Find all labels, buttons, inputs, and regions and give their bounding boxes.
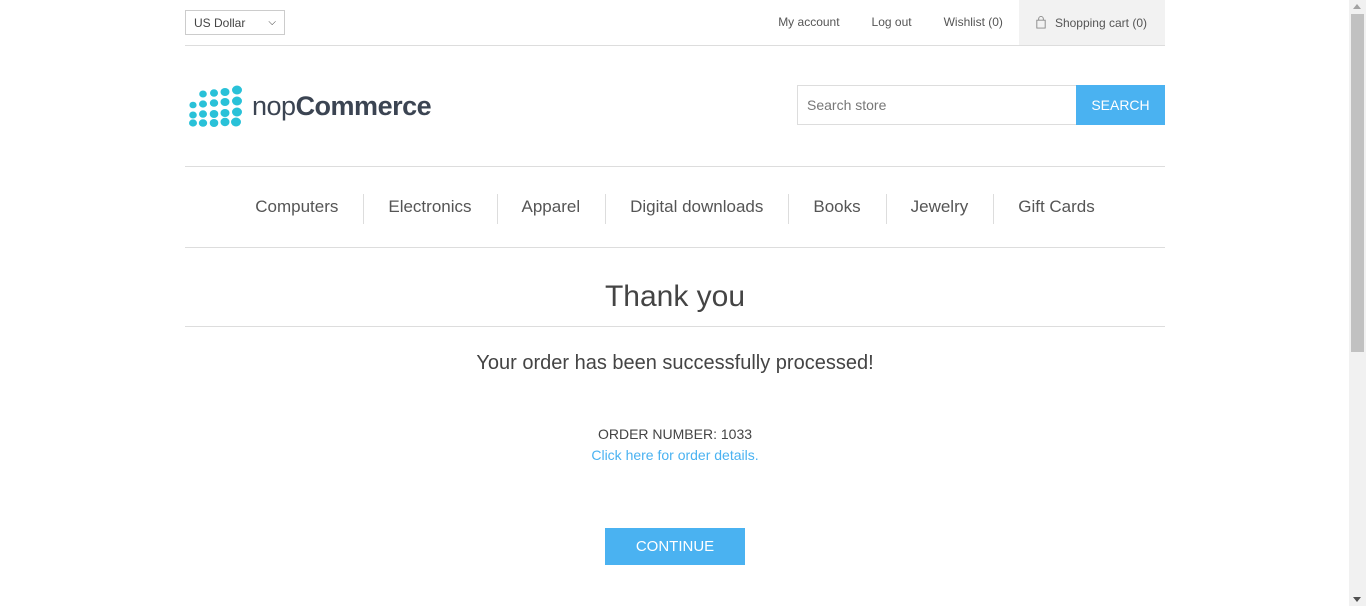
menu-item-electronics[interactable]: Electronics (363, 194, 496, 224)
search-box: Search store SEARCH (797, 85, 1165, 125)
log-out-link[interactable]: Log out (856, 0, 928, 45)
title-divider (185, 326, 1165, 327)
order-details-link[interactable]: Click here for order details. (185, 447, 1165, 463)
logo-text-bold: Commerce (295, 90, 432, 121)
menu-item-jewelry[interactable]: Jewelry (885, 194, 994, 224)
currency-select[interactable]: US Dollar ⌵ (185, 10, 285, 35)
scroll-down-arrow-icon[interactable] (1353, 597, 1361, 602)
header-links: US Dollar ⌵ My account Log out Wishlist … (185, 0, 1165, 46)
chevron-down-icon: ⌵ (268, 17, 276, 28)
menu-item-computers[interactable]: Computers (230, 197, 363, 217)
store-logo[interactable]: nopCommerce (188, 85, 432, 127)
page: US Dollar ⌵ My account Log out Wishlist … (185, 0, 1165, 606)
menu-item-digital-downloads[interactable]: Digital downloads (605, 194, 788, 224)
vertical-scrollbar[interactable] (1349, 0, 1366, 606)
header-nav: My account Log out Wishlist (0) Shopping… (762, 0, 1165, 45)
logo-dots-icon (189, 85, 242, 127)
page-title: Thank you (604, 280, 746, 313)
wishlist-link[interactable]: Wishlist (0) (928, 0, 1019, 45)
category-menu: Computers Electronics Apparel Digital do… (185, 166, 1165, 248)
currency-value: US Dollar (194, 15, 246, 30)
logo-text: nopCommerce (252, 90, 432, 122)
order-number: ORDER NUMBER: 1033 (597, 426, 753, 442)
search-input[interactable]: Search store (797, 85, 1076, 125)
scroll-up-arrow-icon[interactable] (1353, 4, 1361, 9)
success-message: Your order has been successfully process… (476, 352, 874, 374)
continue-button[interactable]: CONTINUE (605, 528, 745, 565)
shopping-cart-link[interactable]: Shopping cart (0) (1018, 0, 1165, 45)
scroll-thumb[interactable] (1351, 14, 1364, 352)
logo-text-light: nop (252, 90, 296, 121)
menu-item-gift-cards[interactable]: Gift Cards (993, 194, 1120, 224)
my-account-link[interactable]: My account (762, 0, 855, 45)
search-button[interactable]: SEARCH (1076, 85, 1165, 125)
shopping-bag-icon (1036, 16, 1046, 29)
shopping-cart-label: Shopping cart (0) (1054, 15, 1147, 30)
menu-item-books[interactable]: Books (788, 194, 885, 224)
menu-item-apparel[interactable]: Apparel (496, 194, 606, 224)
